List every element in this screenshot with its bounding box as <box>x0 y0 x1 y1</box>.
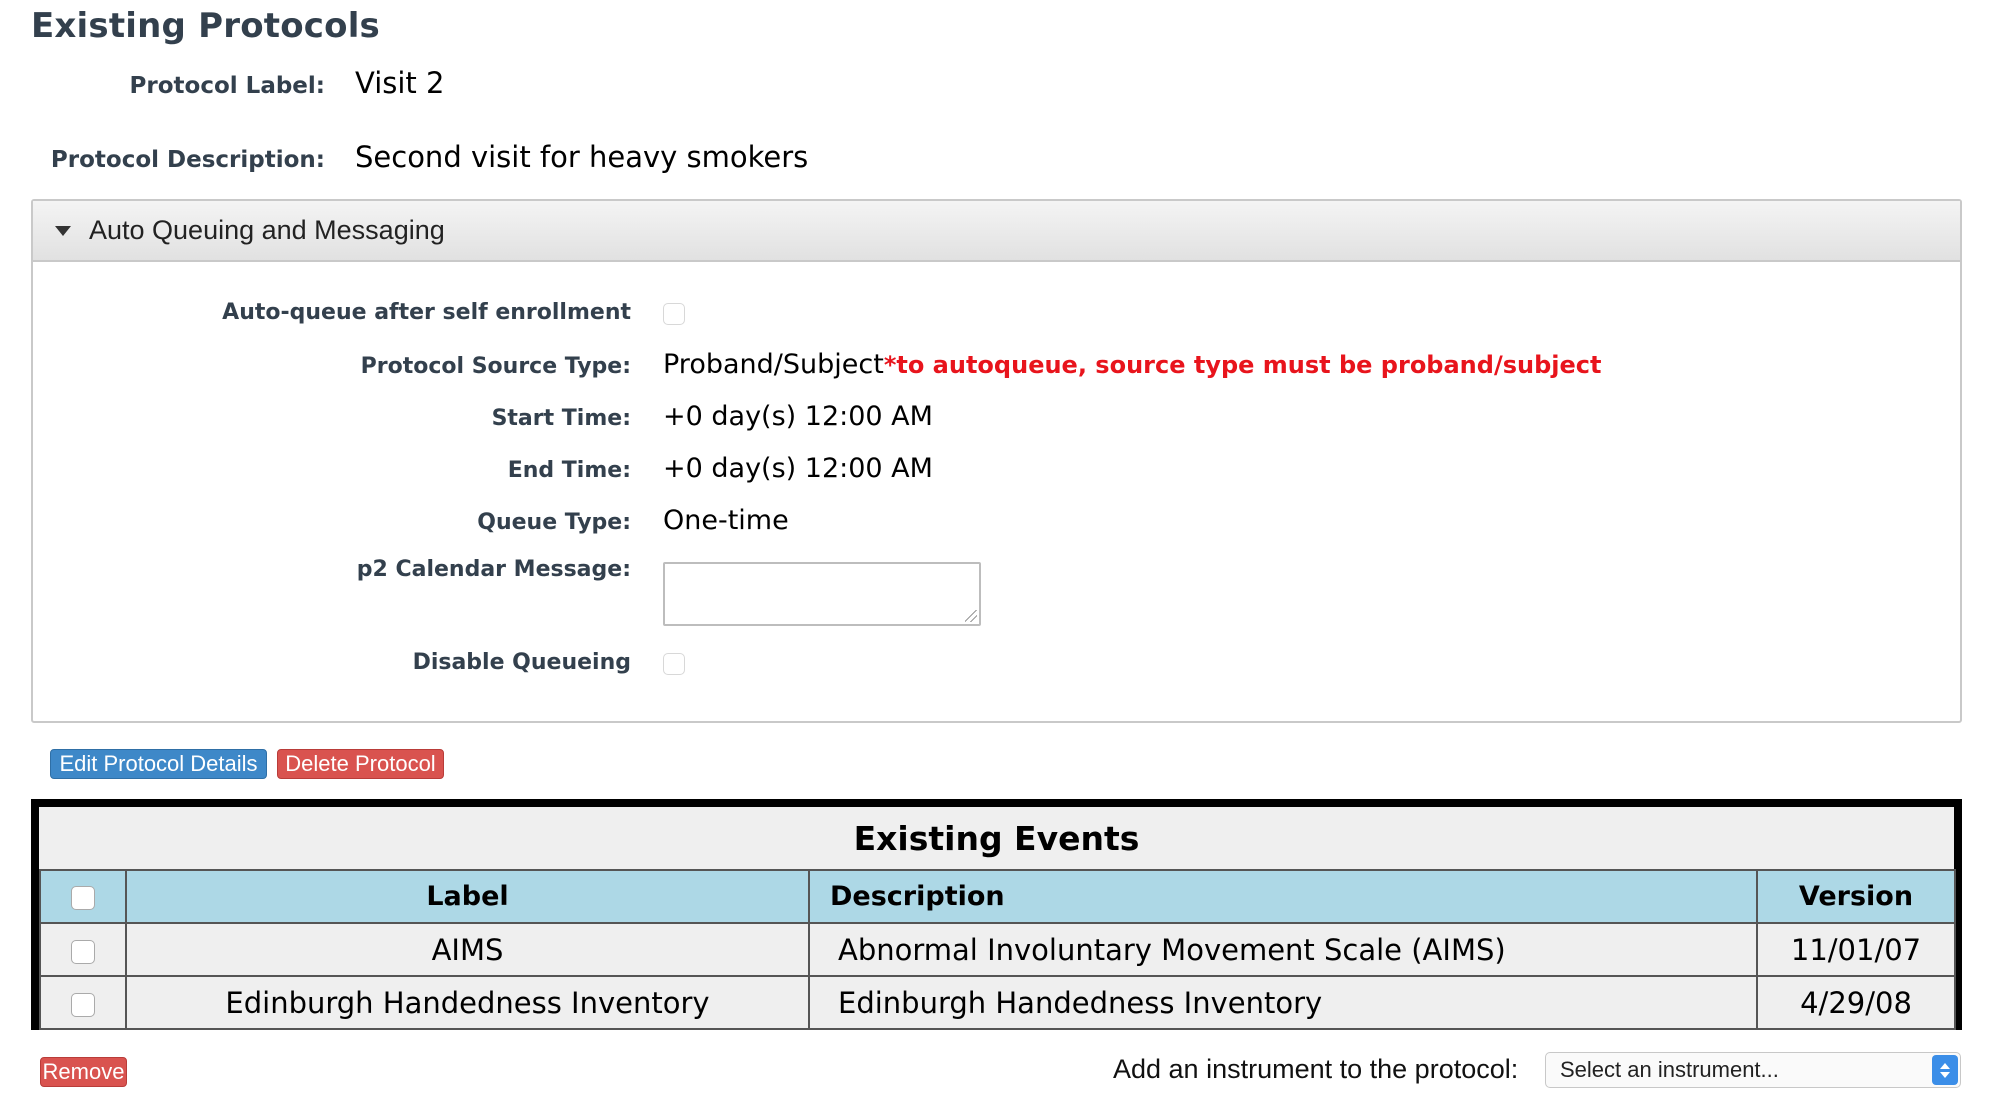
source-type-value: Proband/Subject*to autoqueue, source typ… <box>663 349 1601 380</box>
calendar-message-textarea[interactable] <box>663 562 981 626</box>
end-time-label: End Time: <box>507 458 631 483</box>
auto-queue-panel-title: Auto Queuing and Messaging <box>89 215 445 245</box>
auto-queue-panel: Auto Queuing and Messaging Auto-queue af… <box>31 199 1962 723</box>
caret-down-icon <box>55 225 71 236</box>
row-version: 11/01/07 <box>1756 922 1956 977</box>
existing-events-table: Existing Events Label Description Versio… <box>31 799 1962 1030</box>
disable-queueing-label: Disable Queueing <box>412 650 631 675</box>
queue-type-row: Queue Type: One-time <box>33 505 789 536</box>
auto-queue-label: Auto-queue after self enrollment <box>222 300 631 325</box>
protocol-description-value: Second visit for heavy smokers <box>355 140 809 174</box>
protocol-label-caption: Protocol Label: <box>129 73 325 99</box>
start-time-value: +0 day(s) 12:00 AM <box>663 401 933 432</box>
existing-events-title: Existing Events <box>853 818 1140 858</box>
arrow-up-icon <box>1940 1062 1950 1069</box>
calendar-message-label: p2 Calendar Message: <box>356 557 631 582</box>
row-select-cell <box>39 922 127 977</box>
source-type-label: Protocol Source Type: <box>360 354 631 379</box>
row-description: Edinburgh Handedness Inventory <box>808 975 1758 1030</box>
select-all-checkbox[interactable] <box>71 885 95 910</box>
table-row: AIMS Abnormal Involuntary Movement Scale… <box>39 922 1956 977</box>
resize-grip-icon[interactable] <box>965 610 977 622</box>
protocol-label-row: Protocol Label: Visit 2 <box>0 66 445 100</box>
delete-protocol-button[interactable]: Delete Protocol <box>277 749 444 779</box>
row-label: AIMS <box>125 922 810 977</box>
row-label: Edinburgh Handedness Inventory <box>125 975 810 1030</box>
auto-queue-panel-header[interactable]: Auto Queuing and Messaging <box>33 201 1960 262</box>
disable-queueing-checkbox[interactable] <box>663 653 685 675</box>
column-header-version: Version <box>1756 869 1956 924</box>
auto-queue-checkbox[interactable] <box>663 303 685 325</box>
instrument-select[interactable]: Select an instrument... <box>1545 1052 1961 1088</box>
add-instrument-label: Add an instrument to the protocol: <box>1113 1054 1519 1084</box>
row-checkbox[interactable] <box>71 992 95 1017</box>
end-time-value: +0 day(s) 12:00 AM <box>663 453 933 484</box>
protocol-label-value: Visit 2 <box>355 66 445 100</box>
source-type-warning: *to autoqueue, source type must be proba… <box>883 351 1602 379</box>
row-version: 4/29/08 <box>1756 975 1956 1030</box>
column-header-label: Label <box>125 869 810 924</box>
select-all-cell <box>39 869 127 924</box>
row-select-cell <box>39 975 127 1030</box>
events-header-row: Label Description Version <box>39 869 1956 924</box>
instrument-select-value: Select an instrument... <box>1560 1057 1779 1082</box>
start-time-label: Start Time: <box>491 406 631 431</box>
source-type-row: Protocol Source Type: Proband/Subject*to… <box>33 349 1602 380</box>
row-checkbox[interactable] <box>71 939 95 964</box>
end-time-row: End Time: +0 day(s) 12:00 AM <box>33 453 933 484</box>
source-type-text: Proband/Subject <box>663 349 884 380</box>
queue-type-value: One-time <box>663 505 789 536</box>
start-time-row: Start Time: +0 day(s) 12:00 AM <box>33 401 933 432</box>
arrow-down-icon <box>1940 1071 1950 1078</box>
edit-protocol-button[interactable]: Edit Protocol Details <box>50 749 267 779</box>
remove-button[interactable]: Remove <box>40 1057 127 1087</box>
disable-queueing-row: Disable Queueing <box>33 647 685 675</box>
protocol-description-caption: Protocol Description: <box>50 147 325 173</box>
auto-queue-row: Auto-queue after self enrollment <box>33 297 685 325</box>
events-grid: Label Description Version AIMS Abnormal … <box>39 869 1956 1030</box>
column-header-description: Description <box>808 869 1758 924</box>
page-title: Existing Protocols <box>31 6 380 46</box>
protocol-description-row: Protocol Description: Second visit for h… <box>0 140 808 174</box>
queue-type-label: Queue Type: <box>477 510 631 535</box>
select-arrows-icon <box>1932 1055 1958 1085</box>
row-description: Abnormal Involuntary Movement Scale (AIM… <box>808 922 1758 977</box>
calendar-message-row: p2 Calendar Message: <box>33 557 631 582</box>
table-row: Edinburgh Handedness Inventory Edinburgh… <box>39 975 1956 1030</box>
